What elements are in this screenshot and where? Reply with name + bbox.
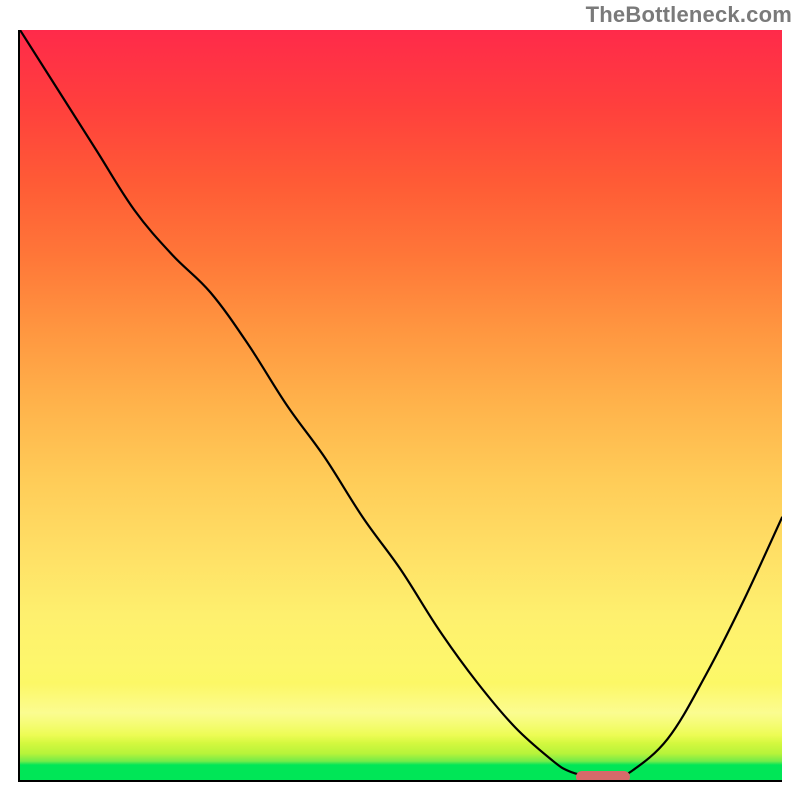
bottleneck-curve [20,30,782,780]
plot-area [18,30,782,782]
optimal-marker [576,771,629,782]
watermark-text: TheBottleneck.com [586,2,792,28]
bottleneck-chart: TheBottleneck.com [0,0,800,800]
curve-path [20,30,782,777]
